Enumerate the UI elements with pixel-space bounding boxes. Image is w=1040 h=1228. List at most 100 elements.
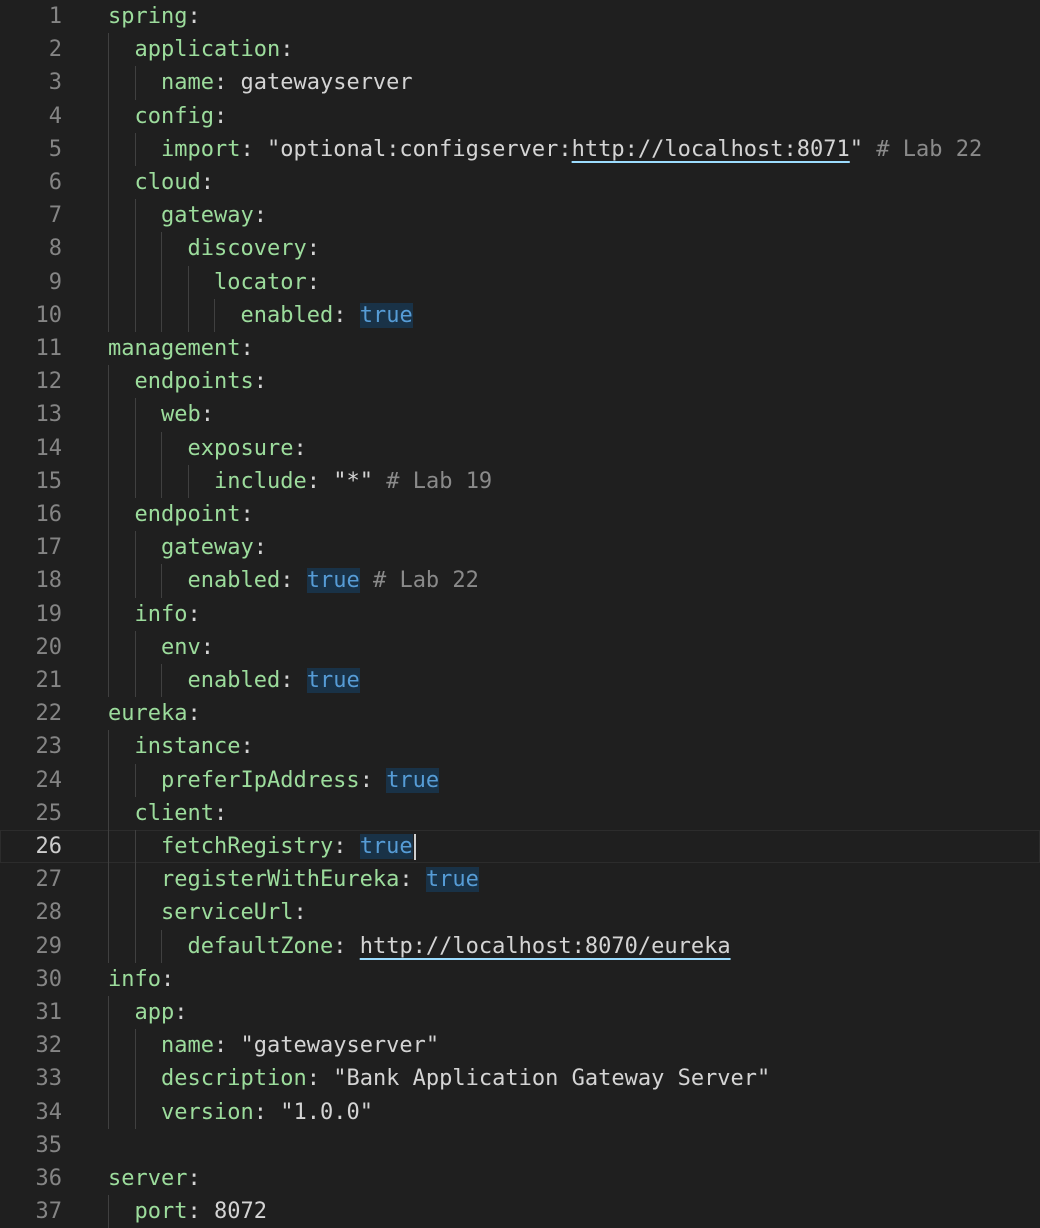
code-line[interactable]: 11 management: [0,332,1040,365]
yaml-colon: : [240,336,254,361]
line-number: 37 [35,1199,63,1225]
code-line[interactable]: 2 application: [0,33,1040,67]
code-line[interactable]: 31 app: [0,996,1040,1030]
indent-guide [214,298,215,332]
code-line[interactable]: 30 info: [0,963,1040,996]
yaml-key: info [134,601,188,627]
code-line[interactable]: 18 enabled: true # Lab 22 [0,564,1040,598]
code-line[interactable]: 4 config: [0,99,1040,133]
indent-guide [108,398,109,432]
code-line[interactable]: 12 endpoints: [0,365,1040,399]
code-content: preferIpAddress: true [161,764,440,797]
yaml-key: enabled [240,302,334,328]
code-line[interactable]: 35 [0,1129,1040,1162]
yaml-value: "Bank Application Gateway Server" [333,1066,771,1092]
code-content: name: "gatewayserver" [161,1029,439,1062]
indent-guide [134,265,136,299]
code-content: web: [161,398,214,431]
line-number: 26 [35,834,63,859]
code-line[interactable]: 32 name: "gatewayserver" [0,1029,1040,1063]
code-line[interactable]: 26 fetchRegistry: true [0,830,1040,864]
indent-guide [134,664,136,698]
code-content: endpoint: [135,498,254,531]
code-line[interactable]: 9 locator: [0,265,1040,299]
line-number: 9 [48,269,62,295]
yaml-value: 8072 [213,1199,267,1225]
indent-guide [108,166,109,200]
indent-guide [108,830,109,864]
indent-guide [108,929,109,963]
code-line[interactable]: 19 info: [0,597,1040,631]
indent-guide [108,1062,109,1096]
line-number: 4 [48,103,62,129]
code-line[interactable]: 10 enabled: true [0,298,1040,332]
line-number: 2 [48,37,62,63]
yaml-key: info [108,966,161,992]
code-line[interactable]: 33 description: "Bank Application Gateway… [0,1062,1040,1096]
yaml-key: port [134,1199,188,1225]
code-line[interactable]: 29 defaultZone: http://localhost:8070/eur… [0,929,1040,963]
indent-guide [108,796,109,830]
code-line[interactable]: 37 port: 8072 [0,1195,1040,1228]
code-line[interactable]: 20 env: [0,630,1040,664]
indent-guide [161,564,162,598]
yaml-key: gateway [161,203,254,229]
code-line[interactable]: 5 import: "optional:configserver:http://l… [0,132,1040,166]
line-number: 29 [35,933,63,959]
code-line[interactable]: 27 registerWithEureka: true [0,863,1040,897]
code-line[interactable]: 3 name: gatewayserver [0,66,1040,100]
yaml-key: import [161,136,241,162]
code-line[interactable]: 23 instance: [0,730,1040,764]
yaml-colon: : [187,1199,201,1225]
code-line[interactable]: 17 gateway: [0,531,1040,565]
code-line[interactable]: 34 version: "1.0.0" [0,1095,1040,1129]
code-line[interactable]: 16 endpoint: [0,498,1040,532]
yaml-url-link[interactable]: http://localhost:8071 [572,137,850,162]
indent-guide [108,630,109,664]
code-content: management: [108,332,254,365]
yaml-key: endpoints [134,369,254,395]
code-line[interactable]: 1 spring: [0,0,1040,33]
yaml-value: gatewayserver [240,70,413,96]
code-line[interactable]: 6 cloud: [0,166,1040,200]
yaml-key: discovery [187,236,307,262]
code-line[interactable]: 13 web: [0,398,1040,432]
line-number: 36 [35,1166,63,1191]
yaml-key: serviceUrl [161,900,294,926]
yaml-bool-value: true [359,834,413,859]
indent-guide [108,498,109,532]
yaml-colon: : [213,70,228,96]
indent-guide [108,66,109,100]
code-line[interactable]: 8 discovery: [0,232,1040,266]
line-number: 11 [35,336,63,361]
indent-guide [134,132,136,166]
yaml-bool-value: true [425,867,479,893]
code-line[interactable]: 21 enabled: true [0,664,1040,698]
yaml-comment: # Lab 19 [386,468,493,494]
code-line[interactable]: 22 eureka: [0,697,1040,730]
code-editor[interactable]: 1 spring: 2 application: 3 name: gatewayserve… [0,0,1040,1228]
code-content: import: "optional:configserver:http://lo… [161,133,982,166]
yaml-colon: : [280,37,294,63]
yaml-colon: : [253,535,267,561]
code-line[interactable]: 15 include: "*" # Lab 19 [0,464,1040,498]
indent-guide [108,1095,109,1129]
code-line[interactable]: 28 serviceUrl: [0,896,1040,930]
yaml-url-link[interactable]: http://localhost:8070/eureka [360,934,731,959]
code-line[interactable]: 25 client: [0,796,1040,830]
code-line[interactable]: 24 preferIpAddress: true [0,763,1040,797]
yaml-colon: : [213,103,228,129]
indent-guide [108,1195,109,1228]
yaml-key: spring [108,4,188,29]
indent-guide [108,531,109,565]
yaml-key: env [161,634,201,660]
code-line[interactable]: 7 gateway: [0,199,1040,233]
indent-guide [108,664,109,698]
code-line[interactable]: 14 exposure: [0,431,1040,465]
yaml-colon: : [240,502,254,527]
indent-guide [108,1029,109,1063]
code-line[interactable]: 36 server: [0,1162,1040,1195]
yaml-value: "gatewayserver" [240,1033,440,1059]
indent-guide [134,232,136,266]
yaml-key: endpoint [134,502,241,527]
